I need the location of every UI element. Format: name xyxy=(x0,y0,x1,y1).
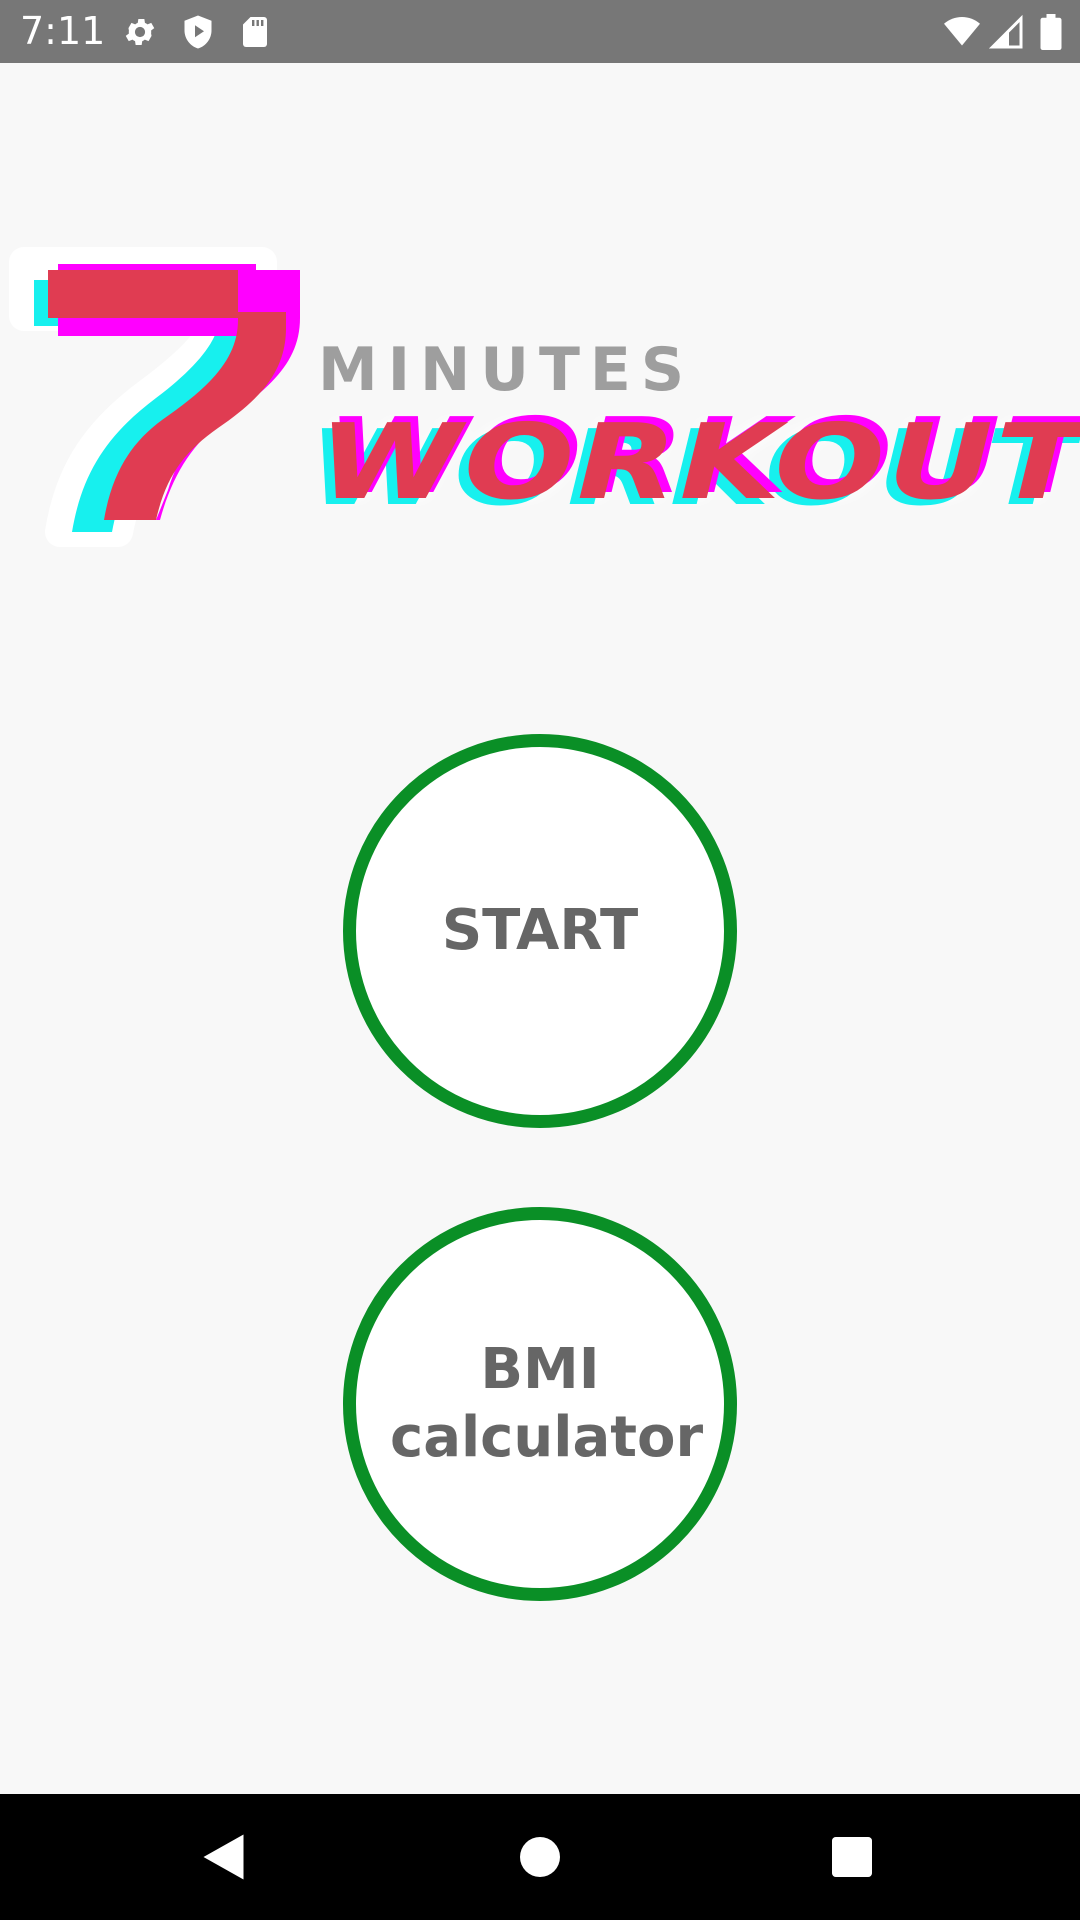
cell-signal-icon xyxy=(988,14,1023,49)
battery-icon xyxy=(1040,14,1062,50)
bmi-calculator-button[interactable]: BMI calculator xyxy=(343,1207,737,1601)
home-icon[interactable] xyxy=(510,1827,570,1887)
gear-icon xyxy=(125,18,155,46)
status-bar: 7:11 xyxy=(0,0,1080,63)
wifi-icon xyxy=(944,17,980,46)
recents-icon[interactable] xyxy=(822,1827,882,1887)
start-button[interactable]: START xyxy=(343,734,737,1128)
bmi-calculator-button-label: BMI calculator xyxy=(390,1337,704,1470)
logo-minutes-text: MINUTES xyxy=(318,335,695,405)
back-icon[interactable] xyxy=(196,1827,256,1887)
logo-workout-text: WORKOUT xyxy=(318,401,1080,523)
seven-logo-graphic: 7 xyxy=(0,240,300,547)
status-time: 7:11 xyxy=(20,9,106,53)
app-logo: 7 MINUTES WORKOUT xyxy=(0,240,1080,560)
navigation-bar xyxy=(0,1794,1080,1920)
sd-card-icon xyxy=(243,17,267,47)
svg-text:7: 7 xyxy=(0,240,9,244)
shield-play-icon xyxy=(184,15,212,49)
start-button-label: START xyxy=(441,898,639,963)
